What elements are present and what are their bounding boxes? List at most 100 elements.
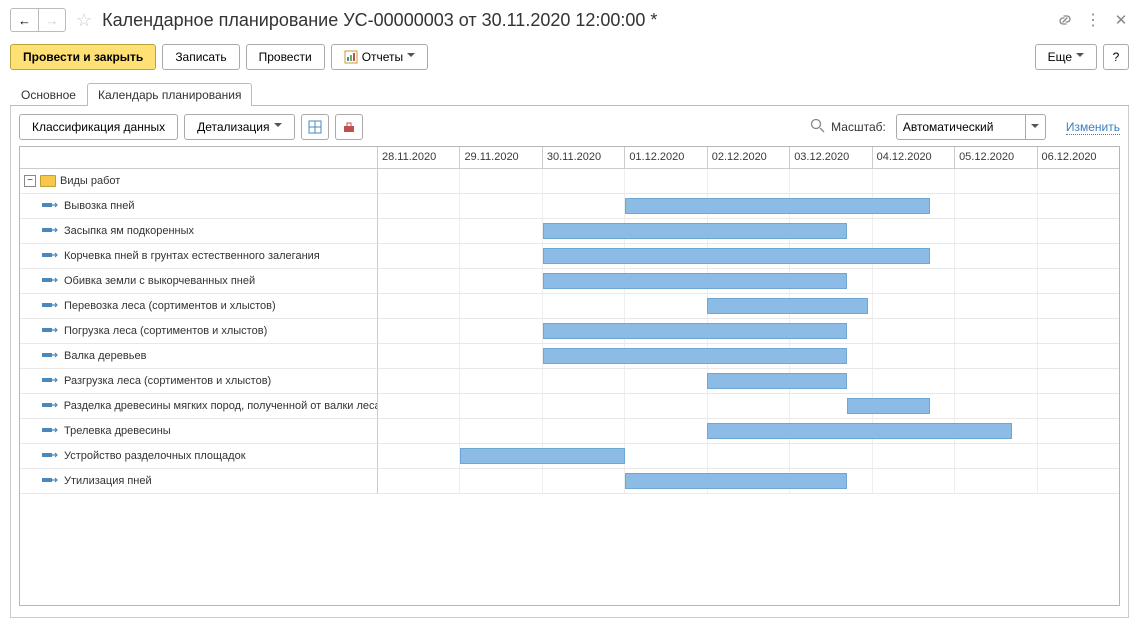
gantt-row [378,169,1119,194]
gear-icon [342,120,356,134]
chevron-down-icon [407,50,415,64]
task-label: Обивка земли с выкорчеванных пней [60,275,255,287]
scale-dropdown-button[interactable] [1026,114,1046,140]
task-label: Корчевка пней в грунтах естественного за… [60,250,320,262]
gantt-row [378,294,1119,319]
task-icon [42,451,60,461]
link-icon[interactable] [1057,12,1073,28]
write-button[interactable]: Записать [162,44,239,70]
task-label: Разгрузка леса (сортиментов и хлыстов) [60,375,271,387]
gantt-bar[interactable] [543,348,848,364]
date-header: 02.12.2020 [707,147,789,168]
task-row[interactable]: Погрузка леса (сортиментов и хлыстов) [20,319,378,344]
task-icon [42,301,60,311]
close-icon[interactable]: ✕ [1113,12,1129,28]
gantt-row [378,394,1119,419]
scale-input[interactable] [896,114,1026,140]
gantt-bar[interactable] [543,323,848,339]
reports-button[interactable]: Отчеты [331,44,428,70]
task-label: Перевозка леса (сортиментов и хлыстов) [60,300,276,312]
task-icon [42,376,60,386]
task-icon [42,401,60,411]
task-row[interactable]: Корчевка пней в грунтах естественного за… [20,244,378,269]
chevron-down-icon [274,120,282,134]
task-icon [42,226,60,236]
gantt-row [378,244,1119,269]
task-icon [42,276,60,286]
task-label: Разделка древесины мягких пород, получен… [60,400,377,412]
date-header: 06.12.2020 [1037,147,1119,168]
detail-button[interactable]: Детализация [184,114,294,140]
post-and-close-button[interactable]: Провести и закрыть [10,44,156,70]
kebab-icon[interactable]: ⋮ [1085,12,1101,28]
gantt-bar[interactable] [543,273,848,289]
task-group-row[interactable]: −Виды работ [20,169,378,194]
gantt-bar[interactable] [625,198,930,214]
task-row[interactable]: Трелевка древесины [20,419,378,444]
gantt-bar[interactable] [625,473,847,489]
gantt-row [378,369,1119,394]
task-row[interactable]: Устройство разделочных площадок [20,444,378,469]
gantt-row [378,269,1119,294]
grid-icon-button[interactable] [301,114,329,140]
tab-main[interactable]: Основное [10,83,87,106]
task-icon [42,351,60,361]
gantt-bar[interactable] [543,248,930,264]
more-button[interactable]: Еще [1035,44,1097,70]
change-link[interactable]: Изменить [1066,120,1120,135]
task-icon [42,251,60,261]
gantt-bar[interactable] [707,373,847,389]
gantt-row [378,344,1119,369]
task-row[interactable]: Разгрузка леса (сортиментов и хлыстов) [20,369,378,394]
date-header: 29.11.2020 [459,147,541,168]
favorite-star-icon[interactable]: ☆ [76,10,92,31]
gantt-bar[interactable] [460,448,625,464]
date-header: 04.12.2020 [872,147,954,168]
date-header: 01.12.2020 [624,147,706,168]
nav-fwd-button[interactable]: → [38,8,66,32]
gantt-row [378,419,1119,444]
task-label: Погрузка леса (сортиментов и хлыстов) [60,325,267,337]
task-row[interactable]: Валка деревьев [20,344,378,369]
post-button[interactable]: Провести [246,44,325,70]
help-button[interactable]: ? [1103,44,1129,70]
gantt-bar[interactable] [543,223,848,239]
task-label: Устройство разделочных площадок [60,450,246,462]
gantt-row [378,219,1119,244]
task-row[interactable]: Утилизация пней [20,469,378,494]
grid-icon [308,120,322,134]
task-label: Засыпка ям подкоренных [60,225,194,237]
settings-icon-button[interactable] [335,114,363,140]
task-row[interactable]: Засыпка ям подкоренных [20,219,378,244]
task-row[interactable]: Разделка древесины мягких пород, получен… [20,394,378,419]
page-title: Календарное планирование УС-00000003 от … [102,10,1051,31]
folder-icon [40,175,56,187]
classify-button[interactable]: Классификация данных [19,114,178,140]
gantt-row [378,194,1119,219]
task-icon [42,426,60,436]
tab-calendar[interactable]: Календарь планирования [87,83,253,106]
task-row[interactable]: Обивка земли с выкорчеванных пней [20,269,378,294]
task-icon [42,201,60,211]
gantt-bar[interactable] [847,398,929,414]
gantt-row [378,319,1119,344]
scale-label: Масштаб: [831,120,886,134]
chevron-down-icon [1076,50,1084,64]
gantt-row [378,469,1119,494]
search-icon[interactable] [810,118,825,136]
task-icon [42,476,60,486]
nav-back-button[interactable]: ← [10,8,38,32]
date-header: 03.12.2020 [789,147,871,168]
task-label: Трелевка древесины [60,425,171,437]
task-label: Вывозка пней [60,200,135,212]
date-header: 05.12.2020 [954,147,1036,168]
gantt-bar[interactable] [707,423,1012,439]
date-header: 30.11.2020 [542,147,624,168]
task-label: Утилизация пней [60,475,152,487]
task-row[interactable]: Вывозка пней [20,194,378,219]
task-row[interactable]: Перевозка леса (сортиментов и хлыстов) [20,294,378,319]
date-header: 28.11.2020 [378,147,459,168]
collapse-icon[interactable]: − [24,175,36,187]
gantt-bar[interactable] [707,298,868,314]
gantt-row [378,444,1119,469]
